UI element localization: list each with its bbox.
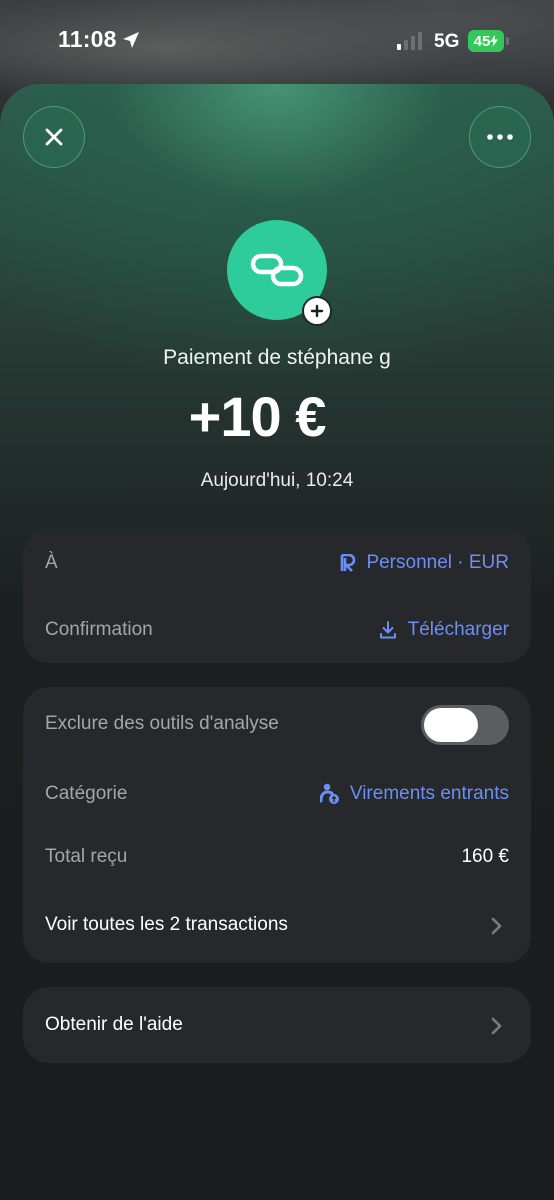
help-label: Obtenir de l'aide xyxy=(45,1014,183,1035)
view-all-transactions-label: Voir toutes les 2 transactions xyxy=(45,914,288,935)
close-button[interactable] xyxy=(23,106,85,168)
add-badge xyxy=(302,296,332,326)
transaction-date: Aujourd'hui, 10:24 xyxy=(200,470,354,491)
confirmation-row: Confirmation Télécharger xyxy=(23,613,531,647)
category-label: Catégorie xyxy=(45,783,128,804)
incoming-transfer-icon xyxy=(319,783,339,804)
exclude-analytics-toggle[interactable] xyxy=(421,705,509,745)
close-icon xyxy=(45,128,63,146)
chevron-right-icon xyxy=(491,1017,502,1035)
status-time: 11:08 xyxy=(58,26,117,52)
battery-level: 45 xyxy=(473,32,491,50)
signal-icon xyxy=(397,32,422,50)
details-card: À Personnel · EUR Confirmation Télécharg… xyxy=(23,529,531,663)
link-icon xyxy=(250,253,304,287)
toggle-knob xyxy=(424,708,478,742)
plus-icon xyxy=(310,304,324,318)
category-value: Virements entrants xyxy=(349,783,509,804)
transaction-amount: +10 € xyxy=(188,385,327,448)
battery-indicator: 45 xyxy=(468,30,504,52)
help-card[interactable]: Obtenir de l'aide xyxy=(23,987,531,1063)
category-row: Catégorie Virements entrants xyxy=(23,777,531,811)
chevron-right-icon xyxy=(491,917,502,935)
view-all-transactions-row[interactable]: Voir toutes les 2 transactions xyxy=(23,908,531,942)
network-type: 5G xyxy=(434,31,460,52)
location-arrow-icon xyxy=(123,32,139,48)
battery-cap xyxy=(506,37,509,45)
exclude-analytics-row: Exclure des outils d'analyse xyxy=(23,705,531,745)
recipient-row: À Personnel · EUR xyxy=(23,546,531,580)
recipient-account-link[interactable]: Personnel · EUR xyxy=(340,552,509,574)
total-received-label: Total reçu xyxy=(45,846,128,867)
analytics-card: Exclure des outils d'analyse Catégorie V… xyxy=(23,687,531,963)
exclude-analytics-label: Exclure des outils d'analyse xyxy=(45,713,279,734)
more-options-button[interactable] xyxy=(469,106,531,168)
confirmation-label: Confirmation xyxy=(45,619,153,640)
total-received-value: 160 € xyxy=(461,846,509,867)
revolut-r-icon xyxy=(341,554,356,572)
recipient-value: Personnel · EUR xyxy=(366,552,509,573)
download-label: Télécharger xyxy=(407,619,509,640)
download-button[interactable]: Télécharger xyxy=(378,619,509,641)
total-received-row: Total reçu 160 € xyxy=(23,840,531,874)
category-link[interactable]: Virements entrants xyxy=(319,783,509,805)
charging-bolt-icon xyxy=(490,35,499,47)
status-bar: 11:08 5G 45 xyxy=(0,0,554,84)
download-icon xyxy=(379,621,396,639)
transaction-title: Paiement de stéphane g xyxy=(163,346,391,369)
transaction-sheet: Paiement de stéphane g +10 € Aujourd'hui… xyxy=(0,84,554,1200)
more-icon xyxy=(487,134,513,140)
recipient-label: À xyxy=(45,552,58,573)
help-row: Obtenir de l'aide xyxy=(23,1008,531,1042)
